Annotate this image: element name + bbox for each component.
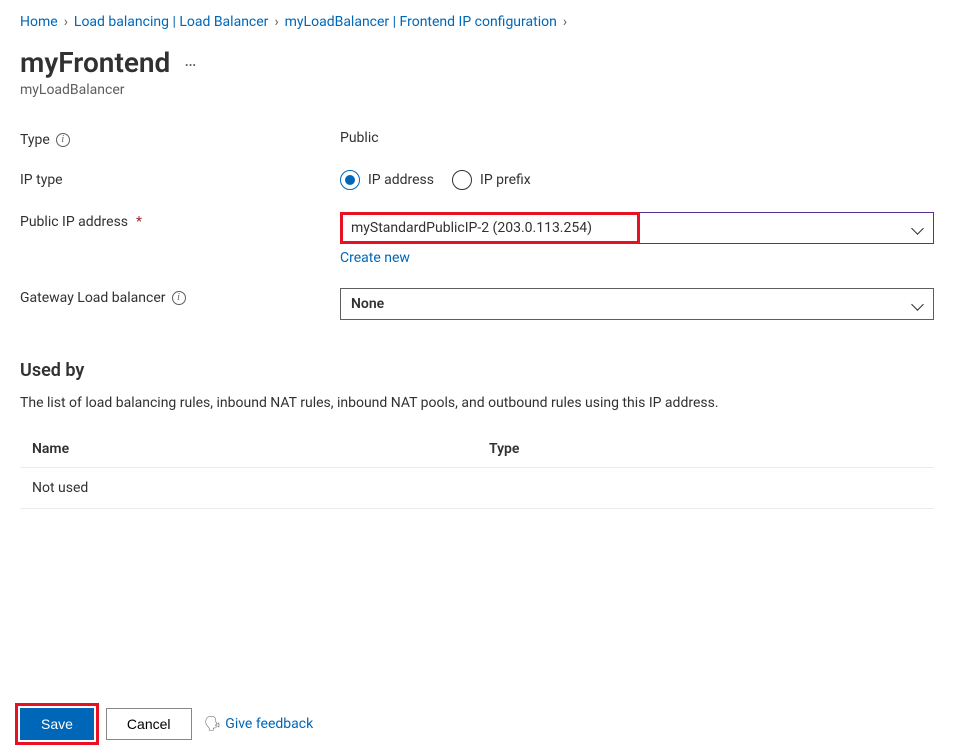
required-asterisk: *: [136, 214, 142, 230]
chevron-right-icon: ›: [64, 14, 68, 30]
page-title: myFrontend: [20, 46, 170, 80]
cancel-button[interactable]: Cancel: [106, 708, 192, 740]
type-label: Type: [20, 132, 50, 148]
ip-type-label: IP type: [20, 172, 63, 188]
gateway-lb-dropdown-value: None: [351, 296, 911, 312]
used-by-description: The list of load balancing rules, inboun…: [20, 395, 934, 411]
public-ip-dropdown[interactable]: myStandardPublicIP-2 (203.0.113.254): [340, 212, 934, 244]
gateway-lb-label: Gateway Load balancer: [20, 290, 166, 306]
chevron-down-icon: [911, 298, 923, 310]
chevron-right-icon: ›: [563, 14, 567, 30]
gateway-lb-dropdown[interactable]: None: [340, 288, 934, 320]
info-icon[interactable]: i: [56, 133, 70, 147]
save-button[interactable]: Save: [20, 708, 94, 740]
create-new-link[interactable]: Create new: [340, 250, 410, 266]
chevron-down-icon: [911, 222, 923, 234]
ip-type-radio-prefix[interactable]: IP prefix: [452, 170, 531, 190]
page-subtitle: myLoadBalancer: [20, 82, 934, 98]
info-icon[interactable]: i: [172, 291, 186, 305]
breadcrumb: Home › Load balancing | Load Balancer › …: [20, 14, 934, 30]
radio-unselected-icon: [452, 170, 472, 190]
ip-type-radio-address[interactable]: IP address: [340, 170, 434, 190]
public-ip-dropdown-value: myStandardPublicIP-2 (203.0.113.254): [351, 220, 911, 236]
radio-label-address: IP address: [368, 172, 434, 188]
used-by-heading: Used by: [20, 360, 934, 381]
cell-name: Not used: [20, 467, 477, 508]
public-ip-label: Public IP address: [20, 214, 128, 230]
table-row: Not used: [20, 467, 934, 508]
radio-label-prefix: IP prefix: [480, 172, 531, 188]
ip-type-radio-group: IP address IP prefix: [340, 170, 934, 190]
more-actions-button[interactable]: …: [184, 52, 196, 74]
type-value: Public: [340, 130, 379, 146]
cell-type: [477, 467, 934, 508]
col-name[interactable]: Name: [20, 431, 477, 468]
give-feedback-label: Give feedback: [225, 716, 313, 732]
radio-selected-icon: [340, 170, 360, 190]
col-type[interactable]: Type: [477, 431, 934, 468]
feedback-icon: 🗣: [204, 716, 222, 732]
used-by-table: Name Type Not used: [20, 431, 934, 509]
footer-bar: Save Cancel 🗣 Give feedback: [20, 708, 313, 740]
chevron-right-icon: ›: [274, 14, 278, 30]
breadcrumb-frontend-ip-config[interactable]: myLoadBalancer | Frontend IP configurati…: [285, 14, 557, 30]
breadcrumb-home[interactable]: Home: [20, 14, 58, 30]
breadcrumb-load-balancing[interactable]: Load balancing | Load Balancer: [74, 14, 269, 30]
give-feedback-link[interactable]: 🗣 Give feedback: [204, 716, 314, 732]
